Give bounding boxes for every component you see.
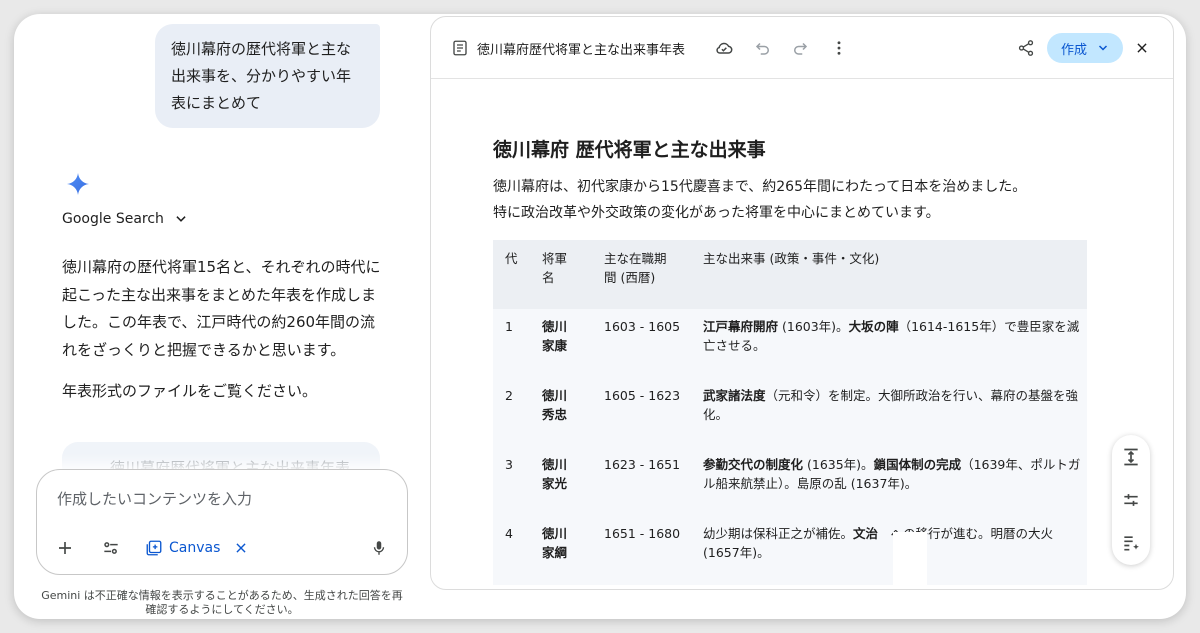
microphone-button[interactable] bbox=[367, 536, 391, 560]
source-label: Google Search bbox=[62, 211, 164, 227]
table-row: 2 徳川 秀忠 1605 - 1623 武家諸法度（元和令）を制定。大御所政治を行い、幕… bbox=[493, 378, 1087, 447]
undo-button[interactable] bbox=[753, 38, 773, 58]
document-icon bbox=[453, 40, 467, 56]
column-header: 主な出来事 (政策・事件・文化) bbox=[703, 251, 880, 266]
shogun-name-cell: 徳川 家光 bbox=[542, 457, 568, 491]
shogun-name-cell: 徳川 秀忠 bbox=[542, 388, 568, 422]
canvas-tool-chip[interactable]: Canvas bbox=[145, 539, 248, 557]
chevron-down-icon bbox=[176, 216, 186, 222]
redo-icon bbox=[794, 42, 808, 55]
event-highlight: 江戸幕府開府 bbox=[703, 319, 779, 334]
input-toolbar: Canvas bbox=[53, 536, 248, 560]
shogun-name-cell: 徳川 家綱 bbox=[542, 526, 568, 560]
events-cell: 幼少期は保科正之が補佐。文治 への移行が進む。明暦の大火 (1657年)。 bbox=[703, 526, 1054, 560]
close-icon bbox=[1137, 43, 1147, 53]
table-row: 3 徳川 家光 1623 - 1651 参勤交代の制度化 (1635年)。鎖国体制の完成… bbox=[493, 447, 1087, 516]
generation-cell: 2 bbox=[505, 388, 513, 403]
event-highlight: 参勤交代の制度化 bbox=[703, 457, 804, 472]
document-title: 徳川幕府歴代将軍と主な出来事年表 bbox=[477, 43, 686, 58]
event-highlight: 鎖国体制の完成 bbox=[873, 457, 962, 472]
event-highlight: 大坂の陣 bbox=[848, 319, 899, 334]
redo-button[interactable] bbox=[790, 38, 810, 58]
canvas-header: 徳川幕府歴代将軍と主な出来事年表 作成 bbox=[431, 17, 1173, 79]
events-cell: 参勤交代の制度化 (1635年)。鎖国体制の完成（1639年、ポルトガル船来航禁… bbox=[703, 457, 1081, 491]
more-vert-icon bbox=[837, 41, 841, 55]
adjust-length-icon[interactable] bbox=[1121, 447, 1141, 467]
cloud-sync-icon bbox=[716, 42, 733, 54]
tenure-period-cell: 1605 - 1623 bbox=[604, 388, 681, 403]
share-button[interactable] bbox=[1016, 38, 1036, 58]
document-body: 徳川幕府 歴代将軍と主な出来事 徳川幕府は、初代家康から15代慶喜まで、約265… bbox=[493, 135, 1093, 226]
tenure-period-cell: 1603 - 1605 bbox=[604, 319, 681, 334]
answer-paragraph: 年表形式のファイルをご覧ください。 bbox=[62, 382, 318, 400]
table-row: 1 徳川 家康 1603 - 1605 江戸幕府開府 (1603年)。大坂の陣（1614… bbox=[493, 309, 1087, 378]
gemini-app-window: 徳川幕府の歴代将軍と主な 出来事を、分かりやすい年 表にまとめて Google … bbox=[14, 14, 1186, 619]
answer-paragraph: 徳川幕府の歴代将軍15名と、それぞれの時代に起こった主な出来事をまとめた年表を作… bbox=[62, 258, 381, 359]
create-label: 作成 bbox=[1060, 42, 1087, 58]
floating-edit-toolbar bbox=[1112, 435, 1150, 565]
document-heading: 徳川幕府 歴代将軍と主な出来事 bbox=[493, 139, 766, 161]
table-body: 1 徳川 家康 1603 - 1605 江戸幕府開府 (1603年)。大坂の陣（1614… bbox=[493, 309, 1087, 585]
create-button[interactable]: 作成 bbox=[1047, 33, 1123, 63]
document-intro: 徳川幕府は、初代家康から15代慶喜まで、約265年間にわたって日本を治めました。… bbox=[493, 179, 1027, 221]
shogun-timeline-table: 代 将軍名 主な在職期間 (西暦) 主な出来事 (政策・事件・文化) 1 徳川 家康… bbox=[493, 240, 1087, 585]
more-options-button[interactable] bbox=[829, 38, 849, 58]
event-highlight: 武家諸法度 bbox=[703, 388, 766, 403]
events-cell: 武家諸法度（元和令）を制定。大御所政治を行い、幕府の基盤を強化。 bbox=[703, 388, 1079, 422]
tools-button[interactable] bbox=[99, 536, 123, 560]
mic-icon bbox=[373, 541, 385, 555]
close-canvas-button[interactable] bbox=[1132, 38, 1152, 58]
suggest-edits-icon[interactable] bbox=[1121, 533, 1141, 553]
cloud-sync-button[interactable] bbox=[714, 38, 734, 58]
canvas-label: Canvas bbox=[169, 540, 221, 556]
canvas-icon bbox=[146, 540, 162, 556]
user-message-bubble: 徳川幕府の歴代将軍と主な 出来事を、分かりやすい年 表にまとめて bbox=[155, 24, 380, 128]
overlay-patch bbox=[893, 532, 927, 589]
disclaimer-text: Gemini は不正確な情報を表示することがあるため、生成された回答を再確認する… bbox=[41, 589, 403, 616]
gemini-sparkle-icon bbox=[67, 173, 89, 195]
undo-icon bbox=[755, 42, 769, 55]
model-answer: 徳川幕府の歴代将軍15名と、それぞれの時代に起こった主な出来事をまとめた年表を作… bbox=[62, 254, 387, 406]
events-cell: 江戸幕府開府 (1603年)。大坂の陣（1614-1615年）で豊臣家を滅亡させ… bbox=[703, 319, 1080, 353]
canvas-panel: 徳川幕府歴代将軍と主な出来事年表 作成 徳川幕府 歴代将軍と主な出来事 徳川幕府… bbox=[430, 16, 1174, 590]
add-button[interactable] bbox=[53, 536, 77, 560]
table-header-row: 代 将軍名 主な在職期間 (西暦) 主な出来事 (政策・事件・文化) bbox=[493, 240, 1087, 309]
tune-icon[interactable] bbox=[1121, 490, 1141, 510]
column-header: 主な在職期間 (西暦) bbox=[604, 251, 667, 285]
table-row: 4 徳川 家綱 1651 - 1680 幼少期は保科正之が補佐。文治 への移行が進む。明… bbox=[493, 516, 1087, 585]
close-icon[interactable] bbox=[234, 541, 248, 555]
generation-cell: 4 bbox=[505, 526, 513, 541]
prompt-input[interactable]: 作成したいコンテンツを入力 bbox=[57, 488, 252, 509]
add-icon bbox=[59, 542, 71, 554]
shogun-name-cell: 徳川 家康 bbox=[542, 319, 568, 353]
google-search-toggle[interactable]: Google Search bbox=[62, 211, 188, 227]
event-highlight: 文治 bbox=[853, 526, 879, 541]
generation-cell: 3 bbox=[505, 457, 513, 472]
chevron-down-icon bbox=[1098, 45, 1108, 51]
tenure-period-cell: 1651 - 1680 bbox=[604, 526, 681, 541]
column-header: 代 bbox=[505, 251, 518, 266]
tenure-period-cell: 1623 - 1651 bbox=[604, 457, 681, 472]
prompt-input-box[interactable]: 作成したいコンテンツを入力 Canvas bbox=[36, 469, 408, 575]
generation-cell: 1 bbox=[505, 319, 513, 334]
column-header: 将軍名 bbox=[542, 251, 568, 285]
share-icon bbox=[1018, 40, 1034, 56]
tune-icon bbox=[104, 542, 118, 554]
